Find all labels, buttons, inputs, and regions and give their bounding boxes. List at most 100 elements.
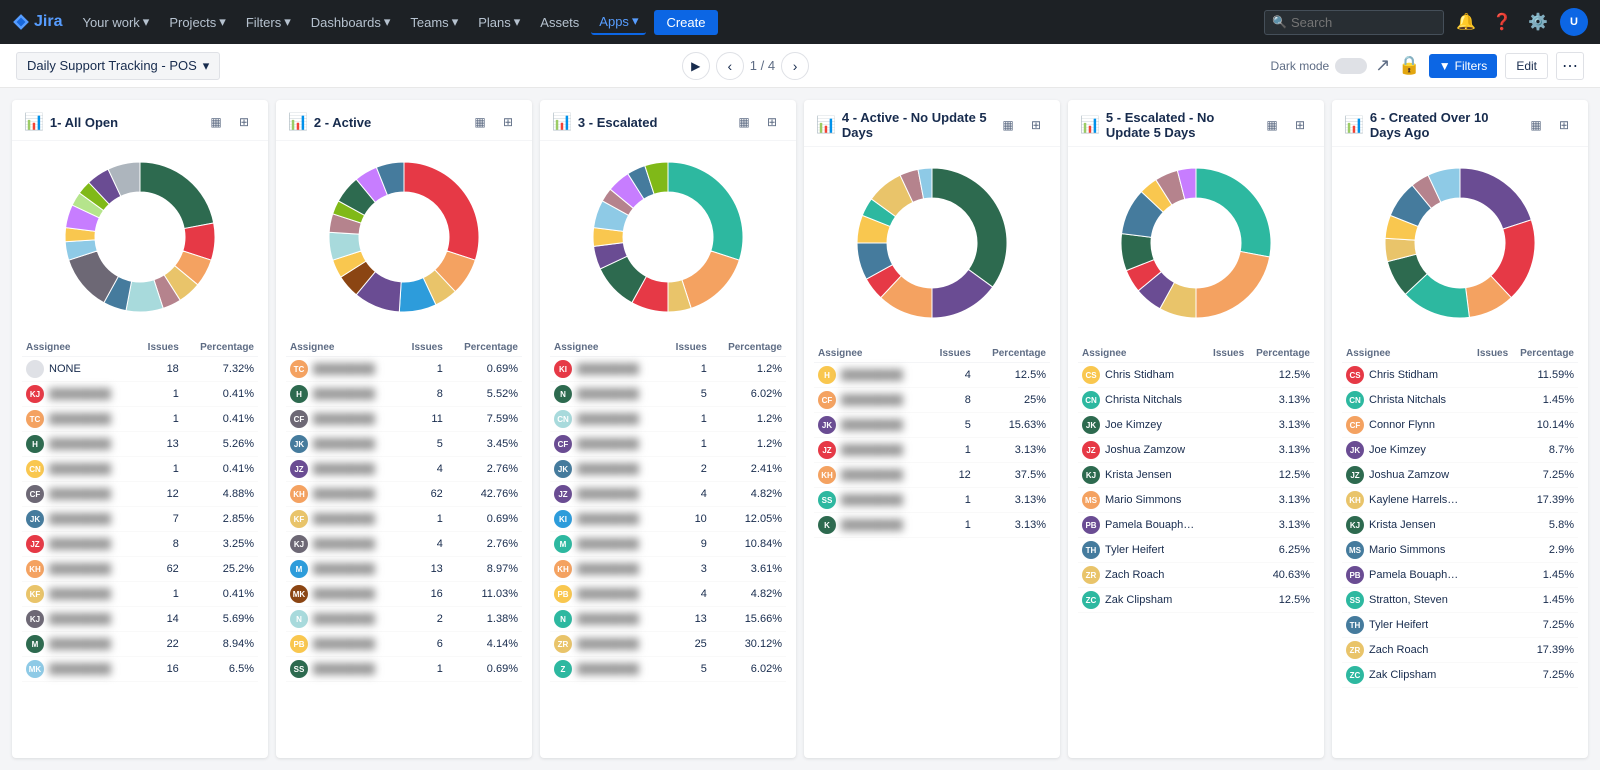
bar-chart-btn-6[interactable]: ▦ bbox=[1524, 113, 1548, 137]
issues-5-1 bbox=[1207, 388, 1249, 413]
prev-page-button[interactable]: ‹ bbox=[716, 52, 744, 80]
search-input[interactable] bbox=[1264, 10, 1444, 35]
jira-logo[interactable]: Jira bbox=[12, 13, 62, 31]
issues-3-11: 25 bbox=[663, 632, 711, 657]
table-row-2-3: JK████████53.45% bbox=[286, 432, 522, 457]
help-icon[interactable]: ❓ bbox=[1488, 8, 1516, 36]
assignee-cell-1-9: KF████████ bbox=[22, 582, 135, 607]
bar-chart-btn-4[interactable]: ▦ bbox=[996, 113, 1020, 137]
table-row-6-6: KJKrista Jensen5.8% bbox=[1342, 513, 1578, 538]
nav-assets[interactable]: Assets bbox=[532, 11, 587, 34]
board-select[interactable]: Daily Support Tracking - POS ▾ bbox=[16, 52, 220, 80]
assignee-cell-6-1: CNChrista Nitchals bbox=[1342, 388, 1471, 413]
more-options-button[interactable]: ⋯ bbox=[1556, 52, 1584, 80]
toolbar: Daily Support Tracking - POS ▾ ▶ ‹ 1 / 4… bbox=[0, 44, 1600, 88]
assignee-cell-4-0: H████████ bbox=[814, 363, 927, 388]
nav-right: 🔍 🔔 ❓ ⚙️ U bbox=[1264, 8, 1588, 36]
next-page-button[interactable]: › bbox=[781, 52, 809, 80]
avatar-1-12: MK bbox=[26, 660, 44, 678]
assignee-name-2-4: ████████ bbox=[313, 463, 375, 475]
table-row-6-3: JKJoe Kimzey8.7% bbox=[1342, 438, 1578, 463]
assignee-name-4-6: ████████ bbox=[841, 519, 903, 531]
column-6: 📊 6 - Created Over 10 Days Ago ▦ ⊞ Assig… bbox=[1332, 100, 1588, 758]
avatar[interactable]: U bbox=[1560, 8, 1588, 36]
table-row-5-3: JZJoshua Zamzow3.13% bbox=[1078, 438, 1314, 463]
issues-3-12: 5 bbox=[663, 657, 711, 682]
avatar-4-4: KH bbox=[818, 466, 836, 484]
issues-2-7: 4 bbox=[399, 532, 447, 557]
assignee-cell-2-12: SS████████ bbox=[286, 657, 399, 682]
table-row-5-2: JKJoe Kimzey3.13% bbox=[1078, 413, 1314, 438]
pct-5-7: 6.25% bbox=[1248, 538, 1314, 563]
dark-mode-toggle[interactable]: Dark mode bbox=[1271, 58, 1368, 74]
nav-plans[interactable]: Plans ▾ bbox=[470, 10, 528, 34]
assignee-name-3-8: ████████ bbox=[577, 563, 639, 575]
table-row-1-1: KJ████████10.41% bbox=[22, 382, 258, 407]
nav-teams[interactable]: Teams ▾ bbox=[402, 10, 466, 34]
edit-button[interactable]: Edit bbox=[1505, 53, 1548, 79]
issues-4-0: 4 bbox=[927, 363, 975, 388]
assignee-name-5-2: Joe Kimzey bbox=[1105, 419, 1162, 431]
issues-5-3 bbox=[1207, 438, 1249, 463]
assignee-name-5-0: Chris Stidham bbox=[1105, 369, 1174, 381]
grid-btn-2[interactable]: ⊞ bbox=[496, 110, 520, 134]
avatar-2-8: M bbox=[290, 560, 308, 578]
assignee-cell-4-2: JK████████ bbox=[814, 413, 927, 438]
table-row-2-8: M████████138.97% bbox=[286, 557, 522, 582]
assignee-name-2-12: ████████ bbox=[313, 663, 375, 675]
avatar-3-9: PB bbox=[554, 585, 572, 603]
table-row-5-5: MSMario Simmons3.13% bbox=[1078, 488, 1314, 513]
nav-filters[interactable]: Filters ▾ bbox=[238, 10, 299, 34]
bar-chart-btn-2[interactable]: ▦ bbox=[468, 110, 492, 134]
nav-dashboards[interactable]: Dashboards ▾ bbox=[303, 10, 399, 34]
create-button[interactable]: Create bbox=[654, 10, 717, 35]
col-header-percentage: Percentage bbox=[975, 345, 1050, 363]
grid-btn-4[interactable]: ⊞ bbox=[1024, 113, 1048, 137]
col-header-issues: Issues bbox=[1471, 345, 1513, 363]
assignee-name-6-5: Kaylene Harrelson bbox=[1369, 494, 1459, 506]
grid-btn-1[interactable]: ⊞ bbox=[232, 110, 256, 134]
bar-chart-btn-5[interactable]: ▦ bbox=[1260, 113, 1284, 137]
notifications-icon[interactable]: 🔔 bbox=[1452, 8, 1480, 36]
table-row-4-4: KH████████1237.5% bbox=[814, 463, 1050, 488]
table-row-1-9: KF████████10.41% bbox=[22, 582, 258, 607]
assignee-cell-1-3: H████████ bbox=[22, 432, 135, 457]
settings-icon[interactable]: ⚙️ bbox=[1524, 8, 1552, 36]
pct-6-3: 8.7% bbox=[1512, 438, 1578, 463]
col-header-issues: Issues bbox=[399, 339, 447, 357]
assignee-name-3-7: ████████ bbox=[577, 538, 639, 550]
nav-apps[interactable]: Apps ▾ bbox=[591, 9, 646, 35]
avatar-3-6: KI bbox=[554, 510, 572, 528]
avatar-3-12: Z bbox=[554, 660, 572, 678]
data-table-2: AssigneeIssuesPercentageTC████████10.69%… bbox=[286, 339, 522, 682]
grid-btn-6[interactable]: ⊞ bbox=[1552, 113, 1576, 137]
dark-mode-switch[interactable] bbox=[1335, 58, 1367, 74]
nav-your-work[interactable]: Your work ▾ bbox=[74, 10, 157, 34]
bar-chart-btn-1[interactable]: ▦ bbox=[204, 110, 228, 134]
assignee-name-2-10: ████████ bbox=[313, 613, 375, 625]
avatar-2-9: MK bbox=[290, 585, 308, 603]
grid-btn-5[interactable]: ⊞ bbox=[1288, 113, 1312, 137]
nav-projects[interactable]: Projects ▾ bbox=[161, 10, 234, 34]
assignee-name-6-3: Joe Kimzey bbox=[1369, 444, 1426, 456]
assignee-name-4-3: ████████ bbox=[841, 444, 903, 456]
donut-chart-1 bbox=[60, 157, 220, 317]
assignee-name-3-6: ████████ bbox=[577, 513, 639, 525]
grid-btn-3[interactable]: ⊞ bbox=[760, 110, 784, 134]
play-button[interactable]: ▶ bbox=[682, 52, 710, 80]
bar-chart-btn-3[interactable]: ▦ bbox=[732, 110, 756, 134]
col-header-issues: Issues bbox=[1207, 345, 1249, 363]
assignee-cell-1-5: CF████████ bbox=[22, 482, 135, 507]
table-row-3-9: PB████████44.82% bbox=[550, 582, 786, 607]
assignee-cell-2-4: JZ████████ bbox=[286, 457, 399, 482]
assignee-name-1-7: ████████ bbox=[49, 538, 111, 550]
share-icon[interactable]: ↗ bbox=[1375, 55, 1390, 76]
lock-icon[interactable]: 🔒 bbox=[1398, 55, 1420, 76]
filters-button[interactable]: ▼ Filters bbox=[1429, 54, 1498, 78]
pct-2-10: 1.38% bbox=[447, 607, 522, 632]
col-header-assignee: Assignee bbox=[814, 345, 927, 363]
assignee-cell-2-11: PB████████ bbox=[286, 632, 399, 657]
assignee-name-1-10: ████████ bbox=[49, 613, 111, 625]
table-row-2-0: TC████████10.69% bbox=[286, 357, 522, 382]
column-5: 📊 5 - Escalated - No Update 5 Days ▦ ⊞ A… bbox=[1068, 100, 1324, 758]
